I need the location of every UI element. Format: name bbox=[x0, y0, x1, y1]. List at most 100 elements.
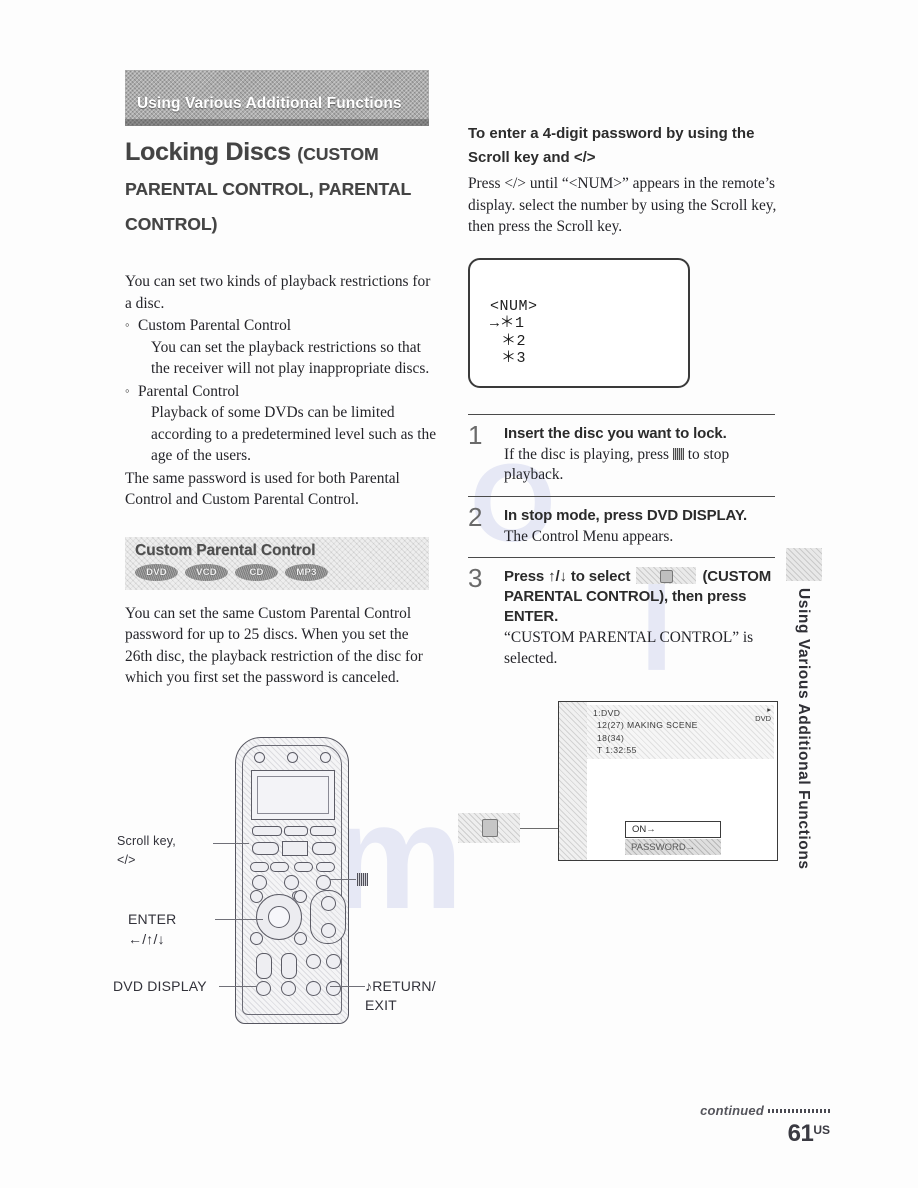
right-column: To enter a 4-digit password by using the… bbox=[458, 122, 780, 861]
leader-line-return-exit bbox=[330, 986, 365, 988]
step-1-title: Insert the disc you want to lock. bbox=[504, 424, 727, 442]
disc-badge-vcd: VCD bbox=[185, 563, 228, 581]
remote-top-button-3 bbox=[320, 752, 331, 763]
step-2-body: The Control Menu appears. bbox=[504, 527, 674, 545]
page-region-code: US bbox=[813, 1123, 830, 1137]
osd-line-1: 1:DVD bbox=[593, 708, 621, 718]
label-scroll-key: Scroll key, bbox=[117, 834, 176, 848]
display-line-1: →＊1 bbox=[490, 315, 525, 332]
right-heading-body: Press </> until “<NUM>” appears in the r… bbox=[468, 175, 777, 235]
remote-transport-3 bbox=[306, 954, 321, 969]
remote-lcd-inner bbox=[257, 776, 329, 814]
remote-button-d bbox=[316, 862, 335, 872]
bullet-label: Parental Control bbox=[138, 382, 240, 400]
remote-volume-pad[interactable] bbox=[310, 890, 346, 944]
remote-scroll-key-left[interactable] bbox=[252, 842, 279, 855]
osd-line-4: T 1:32:55 bbox=[597, 745, 637, 756]
subsection-title: Custom Parental Control bbox=[135, 541, 316, 559]
closing-paragraph: The same password is used for both Paren… bbox=[125, 469, 400, 509]
subsection-band: Custom Parental Control DVD VCD CD MP3 bbox=[125, 536, 429, 590]
bullet-label: Custom Parental Control bbox=[138, 317, 292, 334]
remote-top-button-2 bbox=[287, 752, 298, 763]
label-return-exit-sub: EXIT bbox=[365, 997, 397, 1013]
step-1-body: If the disc is playing, press to stop pl… bbox=[504, 445, 780, 486]
step-3: 3 Press ↑/↓ to select (CUSTOM PARENTAL C… bbox=[468, 558, 780, 679]
step-3-number: 3 bbox=[468, 563, 483, 593]
remote-softkey-3 bbox=[310, 826, 336, 836]
footer-continued-label: continued bbox=[700, 1103, 764, 1118]
remote-volume-down[interactable] bbox=[321, 923, 336, 938]
osd-left-band bbox=[559, 702, 587, 860]
display-line-2: ＊2 bbox=[501, 332, 527, 350]
osd-callout-lock-icon bbox=[458, 813, 520, 843]
label-scroll-key-sub: </> bbox=[117, 853, 136, 867]
restriction-list: Custom Parental Control You can set the … bbox=[125, 314, 437, 467]
step-3-title: Press ↑/↓ to select (CUSTOM PARENTAL CON… bbox=[504, 567, 780, 627]
stop-icon bbox=[672, 447, 684, 460]
remote-dpad-corner-1 bbox=[250, 890, 263, 903]
leader-line-scroll-key bbox=[213, 843, 249, 845]
remote-dpad-corner-2 bbox=[294, 890, 307, 903]
osd-line-2: 12(27) MAKING SCENE bbox=[597, 720, 698, 731]
remote-return-exit-button[interactable] bbox=[326, 981, 341, 996]
remote-lcd-display bbox=[251, 770, 335, 820]
bullet-description: You can set the playback restrictions so… bbox=[151, 338, 430, 378]
remote-button-c bbox=[294, 862, 313, 872]
step-3-title-pre: Press ↑/↓ to select bbox=[504, 568, 631, 585]
page-footer: continued 61US bbox=[700, 1102, 830, 1148]
page-number-value: 61 bbox=[787, 1120, 814, 1147]
display-line-3: ＊3 bbox=[501, 350, 527, 367]
remote-scroll-key-right[interactable] bbox=[312, 842, 336, 855]
osd-option-password[interactable]: PASSWORD→ bbox=[625, 839, 721, 855]
remote-dvd-display-button[interactable] bbox=[256, 981, 271, 996]
label-dvd-display: DVD DISPLAY bbox=[113, 978, 207, 994]
step-2-number: 2 bbox=[468, 501, 483, 532]
remote-power-button bbox=[254, 752, 265, 763]
osd-info-text: 1:DVD 12(27) MAKING SCENE 18(34) T 1:32:… bbox=[593, 707, 698, 757]
leader-line-enter bbox=[215, 919, 263, 921]
continued-arrow-icon bbox=[768, 1109, 830, 1113]
osd-line-3: 18(34) bbox=[597, 732, 625, 743]
page-number: 61US bbox=[700, 1120, 830, 1148]
label-enter-sub: ←/↑/↓ bbox=[128, 931, 165, 947]
remote-button-f bbox=[306, 981, 321, 996]
remote-transport-1 bbox=[256, 953, 272, 979]
step-1: 1 Insert the disc you want to lock. If t… bbox=[468, 415, 780, 496]
list-item: Custom Parental Control You can set the … bbox=[125, 314, 437, 380]
right-heading: To enter a 4-digit password by using the… bbox=[468, 125, 755, 166]
page-title: Locking Discs (CUSTOM PARENTAL CONTROL, … bbox=[125, 136, 437, 241]
label-enter: ENTER bbox=[128, 911, 177, 927]
remote-body bbox=[235, 737, 349, 1024]
step-1-number: 1 bbox=[468, 419, 483, 450]
osd-disc-tag: ▸ DVD bbox=[755, 705, 771, 723]
step-2-title: In stop mode, press DVD DISPLAY. bbox=[504, 506, 748, 524]
intro-paragraph: You can set two kinds of playback restri… bbox=[125, 273, 431, 312]
step-3-body: “CUSTOM PARENTAL CONTROL” is selected. bbox=[504, 629, 754, 667]
remote-transport-4 bbox=[326, 954, 341, 969]
stop-button-icon bbox=[357, 873, 368, 886]
display-line-num: <NUM> bbox=[490, 297, 538, 315]
remote-dpad[interactable] bbox=[250, 888, 307, 945]
bullet-description: Playback of some DVDs can be limited acc… bbox=[151, 404, 437, 464]
remote-dpad-corner-4 bbox=[294, 932, 307, 945]
remote-stop-button[interactable] bbox=[316, 875, 331, 890]
remote-scroll-key[interactable] bbox=[282, 841, 308, 856]
osd-disc-label: DVD bbox=[755, 713, 771, 723]
remote-button-a bbox=[250, 862, 269, 872]
osd-callout-leader-line bbox=[520, 827, 558, 829]
remote-button-e bbox=[281, 981, 296, 996]
remote-control-figure: Scroll key, </> ENTER ←/↑/↓ DVD DISPLAY … bbox=[113, 735, 455, 1025]
osd-option-on[interactable]: ON→ bbox=[625, 821, 721, 838]
remote-transport-2 bbox=[281, 953, 297, 979]
remote-button-b bbox=[270, 862, 289, 872]
osd-screen: 1:DVD 12(27) MAKING SCENE 18(34) T 1:32:… bbox=[558, 701, 778, 861]
side-tab-label: Using Various Additional Functions bbox=[795, 588, 812, 870]
remote-softkey-1 bbox=[252, 826, 282, 836]
leader-line-stop bbox=[330, 879, 356, 881]
disc-badge-dvd: DVD bbox=[135, 563, 178, 581]
step-2: 2 In stop mode, press DVD DISPLAY. The C… bbox=[468, 497, 780, 558]
remote-volume-up[interactable] bbox=[321, 896, 336, 911]
remote-enter-button[interactable] bbox=[268, 906, 290, 928]
disc-format-badges: DVD VCD CD MP3 bbox=[135, 563, 328, 581]
chapter-band-label: Using Various Additional Functions bbox=[137, 95, 402, 112]
